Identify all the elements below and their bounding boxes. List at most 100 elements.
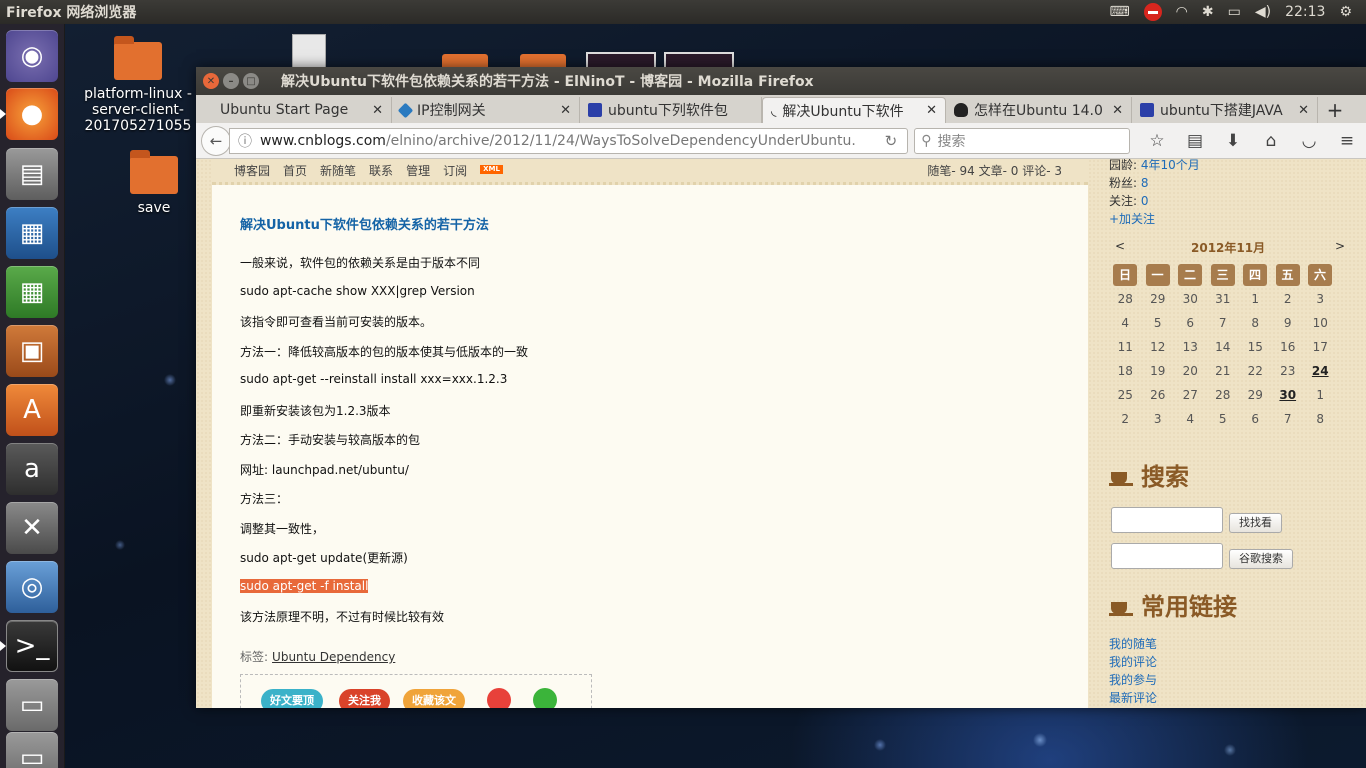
launcher: ◉ ● ▤ ▦ ▦ ▣ A a ✕ ◎ >_ ▭ ▭ bbox=[0, 24, 65, 768]
fans-label: 粉丝: bbox=[1109, 176, 1138, 190]
blog-search-input[interactable] bbox=[1111, 507, 1223, 533]
bookmarks-menu-icon[interactable]: ▤ bbox=[1176, 131, 1214, 151]
tab-ubuntu-howto[interactable]: 怎样在Ubuntu 14.0 ✕ bbox=[946, 97, 1132, 123]
dash-home-icon[interactable]: ◉ bbox=[6, 30, 58, 82]
files-icon[interactable]: ▤ bbox=[6, 148, 58, 200]
link-my-participation[interactable]: 我的参与 bbox=[1109, 671, 1157, 688]
home-icon[interactable]: ⌂ bbox=[1252, 131, 1290, 151]
calendar-day: 29 bbox=[1247, 388, 1263, 402]
firefox-window: ✕ – □ 解决Ubuntu下软件包依赖关系的若干方法 - ElNinoT - … bbox=[196, 67, 1366, 708]
folder-icon[interactable] bbox=[520, 54, 566, 67]
reload-icon[interactable]: ↻ bbox=[885, 132, 898, 150]
window-titlebar[interactable]: ✕ – □ 解决Ubuntu下软件包依赖关系的若干方法 - ElNinoT - … bbox=[196, 67, 1366, 95]
error-indicator-icon[interactable] bbox=[1143, 3, 1162, 21]
amazon-icon[interactable]: a bbox=[6, 443, 58, 495]
close-tab-icon[interactable]: ✕ bbox=[926, 103, 937, 118]
tab-ubuntu-java[interactable]: ubuntu下搭建JAVA ✕ bbox=[1132, 97, 1318, 123]
profile-fans: 粉丝: 8 bbox=[1109, 174, 1149, 191]
follow-button[interactable]: 关注我 bbox=[339, 689, 390, 708]
back-button[interactable]: ← bbox=[201, 125, 231, 156]
weekday-label: 五 bbox=[1275, 264, 1300, 286]
google-search-button[interactable]: 谷歌搜索 bbox=[1229, 549, 1293, 569]
search-input[interactable]: ⚲ 搜索 bbox=[914, 127, 1130, 154]
nav-new-post[interactable]: 新随笔 bbox=[320, 162, 356, 179]
calendar-day[interactable]: 24 bbox=[1304, 359, 1337, 383]
calendar-day[interactable]: 30 bbox=[1272, 383, 1305, 407]
tag-link[interactable]: Ubuntu Dependency bbox=[272, 650, 395, 664]
nav-contact[interactable]: 联系 bbox=[369, 162, 393, 179]
tab-ubuntu-packages[interactable]: ubuntu下列软件包 bbox=[580, 97, 762, 123]
tab-label: Ubuntu Start Page bbox=[220, 102, 349, 118]
nav-subscribe[interactable]: 订阅 bbox=[443, 162, 467, 179]
screenshot-thumbnail-icon[interactable] bbox=[664, 52, 734, 67]
tab-ip-gateway[interactable]: IP控制网关 ✕ bbox=[392, 97, 580, 123]
follow-value[interactable]: 0 bbox=[1141, 194, 1149, 208]
desktop-folder-platform[interactable]: platform-linux - server-client- 20170527… bbox=[84, 36, 192, 134]
coffee-cup-icon bbox=[1109, 464, 1135, 486]
workspace-switcher-icon[interactable]: ▭ bbox=[6, 679, 58, 731]
fans-value[interactable]: 8 bbox=[1141, 176, 1149, 190]
tab-active-dependency-post[interactable]: ◟ 解决Ubuntu下软件 ✕ bbox=[762, 97, 946, 123]
weekday-label: 四 bbox=[1243, 264, 1267, 286]
desktop-folder-label: platform-linux - server-client- 20170527… bbox=[84, 86, 192, 134]
calendar-prev-button[interactable]: < bbox=[1115, 239, 1125, 253]
maximize-window-button[interactable]: □ bbox=[243, 73, 259, 89]
desktop-folder-save[interactable]: save bbox=[116, 150, 192, 216]
xml-badge[interactable]: XML bbox=[480, 165, 503, 174]
weibo-icon[interactable] bbox=[487, 688, 511, 708]
firefox-icon[interactable]: ● bbox=[6, 88, 58, 140]
calendar-day: 31 bbox=[1215, 292, 1231, 306]
nav-home[interactable]: 首页 bbox=[283, 162, 307, 179]
downloads-icon[interactable]: ⬇ bbox=[1214, 131, 1252, 151]
battery-icon[interactable]: ▭ bbox=[1228, 0, 1241, 24]
close-tab-icon[interactable]: ✕ bbox=[560, 103, 571, 118]
calendar-weekdays: 日 一 二 三 四 五 六 bbox=[1109, 263, 1354, 287]
screenshot-thumbnail-icon[interactable] bbox=[586, 52, 656, 67]
keyboard-icon[interactable]: ⌨ bbox=[1109, 0, 1129, 24]
post-paragraph: 一般来说，软件包的依赖关系是由于版本不同 bbox=[240, 256, 481, 270]
pocket-icon[interactable]: ◡ bbox=[1290, 131, 1328, 151]
calc-icon[interactable]: ▦ bbox=[6, 266, 58, 318]
wechat-icon[interactable] bbox=[533, 688, 557, 708]
writer-icon[interactable]: ▦ bbox=[6, 207, 58, 259]
bookmark-star-icon[interactable]: ☆ bbox=[1138, 131, 1176, 151]
bluetooth-icon[interactable]: ✱ bbox=[1202, 0, 1214, 24]
clock[interactable]: 22:13 bbox=[1285, 4, 1325, 20]
wifi-icon[interactable]: ◠ bbox=[1176, 0, 1188, 24]
link-my-comments[interactable]: 我的评论 bbox=[1109, 653, 1157, 670]
nav-manage[interactable]: 管理 bbox=[406, 162, 430, 179]
calendar-day: 15 bbox=[1247, 340, 1263, 354]
system-settings-icon[interactable]: ✕ bbox=[6, 502, 58, 554]
favorite-button[interactable]: 收藏该文 bbox=[403, 689, 465, 708]
url-bar[interactable]: ⓘ www.cnblogs.com /elnino/archive/2012/1… bbox=[228, 127, 909, 154]
post-title[interactable]: 解决Ubuntu下软件包依赖关系的若干方法 bbox=[240, 214, 489, 233]
search-section-title: 搜索 bbox=[1109, 457, 1189, 492]
link-latest-comments[interactable]: 最新评论 bbox=[1109, 689, 1157, 706]
minimize-window-button[interactable]: – bbox=[223, 73, 239, 89]
hamburger-menu-icon[interactable]: ≡ bbox=[1328, 131, 1366, 151]
nav-cnblogs[interactable]: 博客园 bbox=[234, 162, 270, 179]
close-tab-icon[interactable]: ✕ bbox=[372, 103, 383, 118]
trash-icon[interactable]: ▭ bbox=[6, 732, 58, 768]
impress-icon[interactable]: ▣ bbox=[6, 325, 58, 377]
google-search-input[interactable] bbox=[1111, 543, 1223, 569]
recommend-button[interactable]: 好文要顶 bbox=[261, 689, 323, 708]
close-tab-icon[interactable]: ✕ bbox=[1112, 103, 1123, 118]
desktop-document-icon[interactable] bbox=[292, 34, 326, 68]
blog-search-button[interactable]: 找找看 bbox=[1229, 513, 1282, 533]
software-center-icon[interactable]: A bbox=[6, 384, 58, 436]
new-tab-button[interactable]: + bbox=[1318, 97, 1352, 123]
close-window-button[interactable]: ✕ bbox=[203, 73, 219, 89]
calendar-next-button[interactable]: > bbox=[1335, 239, 1345, 253]
tab-ubuntu-start-page[interactable]: Ubuntu Start Page ✕ bbox=[196, 97, 392, 123]
info-icon[interactable]: ⓘ bbox=[238, 131, 252, 151]
eclipse-icon[interactable]: ◎ bbox=[6, 561, 58, 613]
link-my-posts[interactable]: 我的随笔 bbox=[1109, 635, 1157, 652]
terminal-icon[interactable]: >_ bbox=[6, 620, 58, 672]
gear-icon[interactable]: ⚙ bbox=[1339, 0, 1352, 24]
volume-icon[interactable]: ◀) bbox=[1255, 0, 1271, 24]
age-value[interactable]: 4年10个月 bbox=[1141, 159, 1200, 172]
close-tab-icon[interactable]: ✕ bbox=[1298, 103, 1309, 118]
add-follow-link[interactable]: +加关注 bbox=[1109, 210, 1155, 227]
folder-icon[interactable] bbox=[442, 54, 488, 67]
